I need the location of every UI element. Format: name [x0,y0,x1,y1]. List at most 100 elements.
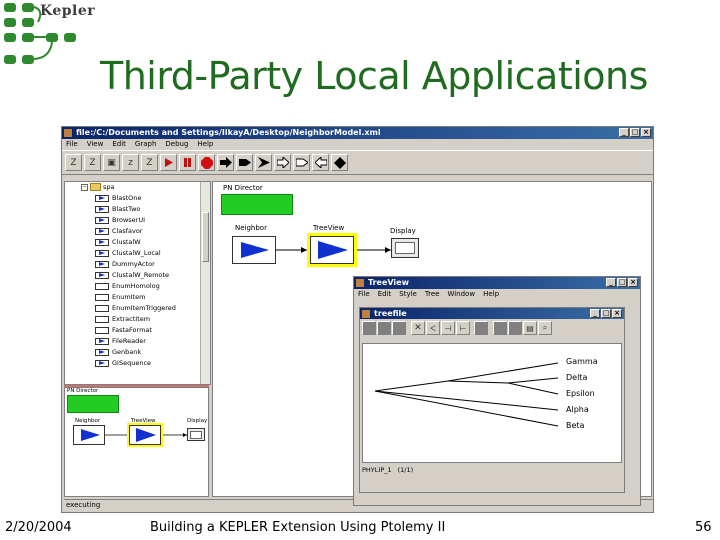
add-port-right-filled-icon[interactable] [236,154,253,171]
tree-scrollbar-thumb[interactable] [202,212,209,262]
maximize-button[interactable]: □ [601,309,611,318]
tree-root-label: spa [103,183,115,191]
tree-item[interactable]: GISequence [95,359,151,367]
tree-item[interactable]: Clasfavor [95,227,142,235]
menu-help[interactable]: Help [197,139,213,150]
tree-item[interactable]: ClustalW_Local [95,249,161,257]
close-button[interactable]: × [628,278,638,287]
cross-icon[interactable]: ✕ [411,321,425,335]
actor-icon [95,227,109,235]
menu-file[interactable]: File [358,289,370,300]
menu-file[interactable]: File [66,139,78,150]
tree-leaf[interactable]: Epsilon [566,389,595,398]
overview-links [105,433,187,437]
tool-button[interactable] [392,321,406,335]
tree-root-row[interactable]: − spa [81,183,115,191]
branch-icon[interactable]: ⊢ [456,321,470,335]
menu-edit[interactable]: Edit [112,139,126,150]
tree-item[interactable]: Genbank [95,348,141,356]
treefile-toolbar: ✕ ᐸ ⊣ ⊢ ▤ ⌕ [360,319,624,337]
actor-icon [95,205,109,213]
maximize-button[interactable]: □ [617,278,627,287]
tree-name: PHYLIP_1 [362,466,392,474]
menu-view[interactable]: View [87,139,104,150]
actor-icon [95,337,109,345]
zoom-reset-icon[interactable]: Z [65,154,82,171]
tree-item[interactable]: ClustalW_Remote [95,271,169,279]
tree-item[interactable]: EnumHomolog [95,282,160,290]
tree-canvas[interactable]: Gamma Delta Epsilon Alpha Beta [362,343,622,463]
menu-tree[interactable]: Tree [425,289,440,300]
tree-item[interactable]: ClustalW [95,238,141,246]
tree-leaf[interactable]: Gamma [566,357,598,366]
zoom-fit-icon[interactable]: ▣ [103,154,120,171]
add-port-in-icon[interactable] [293,154,310,171]
window-icon [356,279,364,287]
menu-help[interactable]: Help [483,289,499,300]
pause-icon[interactable] [179,154,196,171]
minimize-button[interactable]: _ [590,309,600,318]
menu-window[interactable]: Window [447,289,475,300]
add-multiport-icon[interactable] [255,154,272,171]
library-tree-pane[interactable]: − spa BlastOne BlastTwo BrowserUI Clasfa… [64,181,211,385]
actor-icon [95,348,109,356]
menu-edit[interactable]: Edit [378,289,392,300]
menu-graph[interactable]: Graph [135,139,156,150]
footer-date: 2/20/2004 [5,520,72,535]
tool-button[interactable] [474,321,488,335]
actor-icon [95,359,109,367]
tree-item[interactable]: BrowserUI [95,216,145,224]
zoom-in-icon[interactable]: Z [84,154,101,171]
treefile-titlebar[interactable]: treefile _ □ × [360,308,624,319]
add-port-out-icon[interactable] [274,154,291,171]
tool-button[interactable] [362,321,376,335]
branch-icon[interactable]: ⊣ [441,321,455,335]
page-number: 56 [695,520,712,535]
close-button[interactable]: × [612,309,622,318]
tree-item[interactable]: DummyActor [95,260,155,268]
print-icon[interactable]: ▤ [523,321,537,335]
print-preview-icon[interactable]: ⌕ [538,321,552,335]
run-icon[interactable] [160,154,177,171]
menu-style[interactable]: Style [399,289,417,300]
treeview-window-title: TreeView [368,278,409,287]
tree-item[interactable]: EnumItemTriggered [95,304,176,312]
actor-icon [95,194,109,202]
close-button[interactable]: × [641,128,651,137]
overview-pane[interactable]: PN Director Neighbor TreeView Display [64,387,209,497]
minimize-button[interactable]: _ [619,128,629,137]
tree-count: (1/1) [397,466,414,474]
actor-icon [95,238,109,246]
tool-button[interactable] [508,321,522,335]
tool-button[interactable] [377,321,391,335]
minimize-button[interactable]: _ [606,278,616,287]
main-window-titlebar[interactable]: file:/C:/Documents and Settings/IlkayA/D… [62,127,653,139]
branch-left-icon[interactable]: ᐸ [426,321,440,335]
tree-item[interactable]: BlastOne [95,194,141,202]
logo-text: Kepler [40,3,96,19]
maximize-button[interactable]: □ [630,128,640,137]
zoom-full-icon[interactable]: Z [141,154,158,171]
tree-leaf[interactable]: Delta [566,373,587,382]
zoom-out-icon[interactable]: z [122,154,139,171]
tree-item[interactable]: FastaFormat [95,326,152,334]
menu-debug[interactable]: Debug [165,139,188,150]
add-port-right-icon[interactable] [217,154,234,171]
tree-scrollbar[interactable] [200,182,210,384]
main-window-title: file:/C:/Documents and Settings/IlkayA/D… [76,128,381,137]
tree-item[interactable]: ExtractItem [95,315,150,323]
treeview-titlebar[interactable]: TreeView _ □ × [354,277,640,289]
treeview-window: TreeView _ □ × File Edit Style Tree Wind… [353,276,641,506]
tree-leaf[interactable]: Beta [566,421,584,430]
tree-item[interactable]: EnumItem [95,293,145,301]
collapse-icon[interactable]: − [81,183,88,191]
tree-item[interactable]: BlastTwo [95,205,140,213]
tree-leaf[interactable]: Alpha [566,405,589,414]
status-text: executing [66,501,101,509]
add-relation-icon[interactable] [331,154,348,171]
tool-button[interactable] [493,321,507,335]
stop-icon[interactable] [198,154,215,171]
add-port-left-icon[interactable] [312,154,329,171]
tree-item[interactable]: FileReader [95,337,146,345]
actor-icon [95,271,109,279]
